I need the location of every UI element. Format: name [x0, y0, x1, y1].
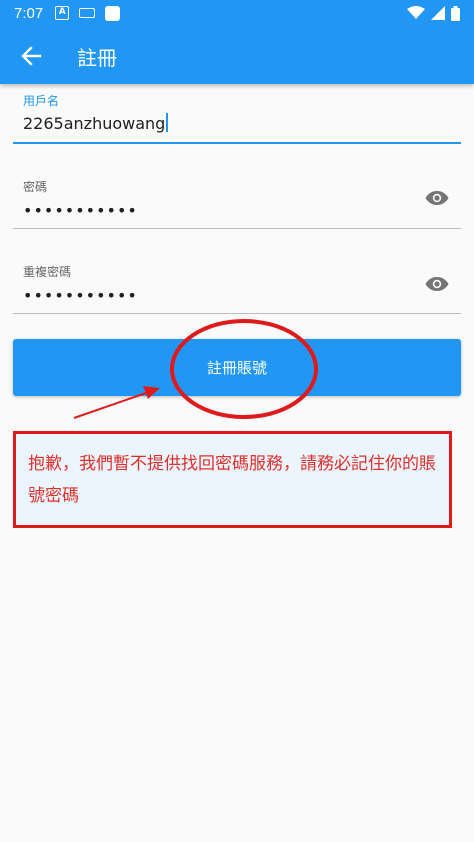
username-field[interactable]: 用戶名 2265anzhuowang — [13, 92, 461, 146]
username-label: 用戶名 — [23, 94, 60, 108]
keyboard-icon — [79, 8, 96, 18]
eye-icon[interactable] — [425, 276, 449, 292]
back-button[interactable] — [16, 41, 46, 71]
password-label: 密碼 — [23, 180, 48, 194]
toolbar: 註冊 — [0, 28, 474, 84]
wifi-icon — [407, 6, 425, 19]
signal-icon — [431, 6, 445, 20]
status-bar: 7:07 A — [0, 0, 474, 26]
page-title: 註冊 — [77, 45, 117, 70]
confirm-password-underline — [13, 313, 461, 314]
register-account-button[interactable]: 註冊賬號 — [13, 339, 461, 396]
notice-text: 抱歉，我們暫不提供找回密碼服務，請務必記住你的賬號密碼 — [28, 454, 436, 506]
username-underline — [13, 142, 461, 144]
notice-box: 抱歉，我們暫不提供找回密碼服務，請務必記住你的賬號密碼 — [13, 431, 452, 528]
confirm-password-label: 重複密碼 — [23, 265, 72, 279]
a-icon: A — [55, 6, 70, 20]
square-icon — [105, 5, 121, 21]
text-caret — [166, 113, 169, 132]
username-value: 2265anzhuowang — [23, 114, 166, 133]
confirm-password-value: ••••••••••• — [23, 286, 138, 305]
status-time: 7:07 — [14, 4, 44, 22]
eye-icon[interactable] — [425, 190, 449, 206]
password-field[interactable]: 密碼 ••••••••••• — [13, 178, 461, 230]
password-underline — [13, 228, 461, 229]
confirm-password-field[interactable]: 重複密碼 ••••••••••• — [13, 263, 461, 315]
app-bar: 7:07 A 註冊 — [0, 0, 474, 84]
arrow-left-icon — [21, 46, 42, 66]
battery-icon — [451, 5, 460, 21]
register-account-label: 註冊賬號 — [206, 359, 267, 377]
annotation-arrow-line — [73, 392, 147, 419]
password-value: ••••••••••• — [23, 201, 138, 220]
